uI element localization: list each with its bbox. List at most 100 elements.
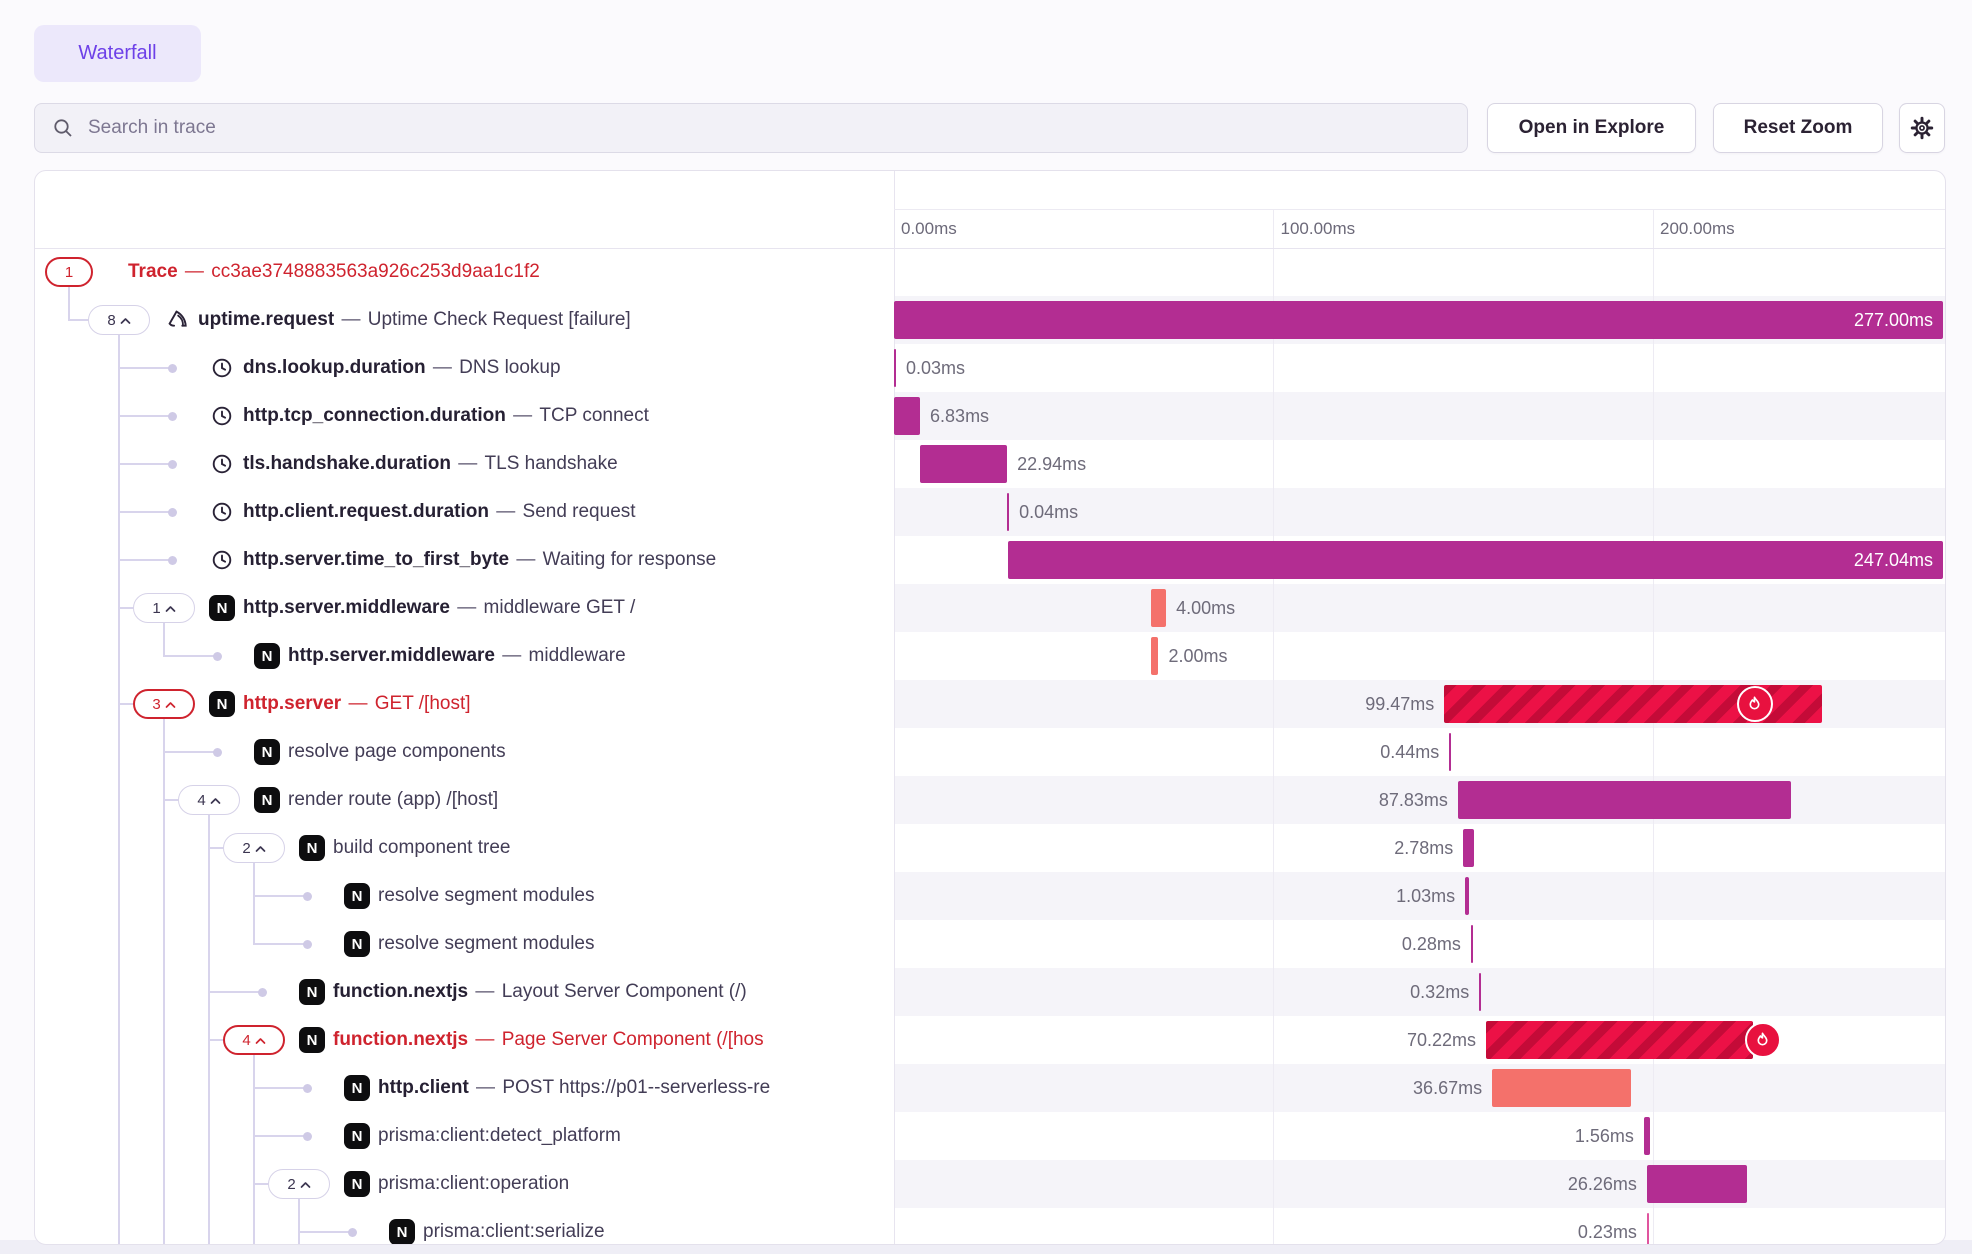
span-row-resolve-segment-modules-1[interactable]: Nresolve segment modules: [35, 872, 894, 920]
gear-icon: [1909, 115, 1935, 141]
span-duration-label: 0.23ms: [1578, 1208, 1637, 1244]
search-input[interactable]: [86, 116, 1467, 140]
row-stripe: [895, 1160, 1945, 1208]
span-bar-time-to-first-byte[interactable]: 247.04ms: [1008, 541, 1943, 579]
nextjs-icon: N: [344, 1171, 370, 1197]
span-duration-label: 2.00ms: [1169, 632, 1228, 680]
nextjs-icon: N: [344, 1123, 370, 1149]
expand-pill-build-component-tree[interactable]: 2: [223, 833, 285, 863]
span-bar-uptime-request[interactable]: 277.00ms: [894, 301, 1943, 339]
span-label: http.server.middleware — middleware GET …: [243, 584, 635, 632]
span-bar-middleware[interactable]: [1151, 637, 1159, 675]
axis-tick: 200.00ms: [1660, 216, 1735, 242]
fire-icon: [1745, 1022, 1781, 1058]
axis-line: [894, 209, 1945, 210]
span-label: tls.handshake.duration — TLS handshake: [243, 440, 618, 488]
chevron-up-icon: [165, 701, 176, 709]
span-bar-tls-handshake[interactable]: [920, 445, 1007, 483]
sentry-icon: [164, 307, 190, 333]
span-bar-resolve-segment-modules-1[interactable]: [1465, 877, 1469, 915]
span-label: http.server.time_to_first_byte — Waiting…: [243, 536, 716, 584]
span-duration-label: 87.83ms: [1379, 776, 1448, 824]
span-bar-prisma-serialize[interactable]: [1647, 1213, 1649, 1244]
span-bar-http-client-post[interactable]: [1492, 1069, 1631, 1107]
expand-pill-render-route[interactable]: 4: [178, 785, 240, 815]
span-label: prisma:client:operation: [378, 1160, 569, 1208]
span-row-dns-lookup[interactable]: dns.lookup.duration — DNS lookup: [35, 344, 894, 392]
span-row-time-to-first-byte[interactable]: http.server.time_to_first_byte — Waiting…: [35, 536, 894, 584]
span-bar-middleware-get[interactable]: [1151, 589, 1166, 627]
span-row-middleware-get[interactable]: 1Nhttp.server.middleware — middleware GE…: [35, 584, 894, 632]
expand-pill-prisma-operation[interactable]: 2: [268, 1169, 330, 1199]
tab-waterfall[interactable]: Waterfall: [34, 25, 201, 82]
span-row-send-request[interactable]: http.client.request.duration — Send requ…: [35, 488, 894, 536]
span-row-http-server-get-host[interactable]: 3Nhttp.server — GET /[host]: [35, 680, 894, 728]
expand-pill-uptime-request[interactable]: 8: [88, 305, 150, 335]
expand-pill-http-server-get-host[interactable]: 3: [133, 689, 195, 719]
chevron-up-icon: [300, 1181, 311, 1189]
span-row-render-route[interactable]: 4Nrender route (app) /[host]: [35, 776, 894, 824]
span-row-uptime-request[interactable]: 8 uptime.request — Uptime Check Request […: [35, 296, 894, 344]
span-bar-build-component-tree[interactable]: [1463, 829, 1474, 867]
nextjs-icon: N: [254, 787, 280, 813]
span-label: Trace — cc3ae3748883563a926c253d9aa1c1f2: [128, 248, 540, 296]
span-duration-label: 0.04ms: [1019, 488, 1078, 536]
span-label: resolve page components: [288, 728, 506, 776]
span-bar-resolve-page-components[interactable]: [1449, 733, 1451, 771]
span-row-tls-handshake[interactable]: tls.handshake.duration — TLS handshake: [35, 440, 894, 488]
span-bar-layout-server-component[interactable]: [1479, 973, 1481, 1011]
span-row-page-server-component[interactable]: 4Nfunction.nextjs — Page Server Componen…: [35, 1016, 894, 1064]
span-label: function.nextjs — Layout Server Componen…: [333, 968, 747, 1016]
span-row-resolve-segment-modules-2[interactable]: Nresolve segment modules: [35, 920, 894, 968]
span-bar-prisma-detect-platform[interactable]: [1644, 1117, 1650, 1155]
clock-icon: [209, 547, 235, 573]
open-in-explore-button[interactable]: Open in Explore: [1487, 103, 1696, 153]
span-bar-render-route[interactable]: [1458, 781, 1791, 819]
span-row-layout-server-component[interactable]: Nfunction.nextjs — Layout Server Compone…: [35, 968, 894, 1016]
search-input-wrap[interactable]: [34, 103, 1468, 153]
span-row-resolve-page-components[interactable]: Nresolve page components: [35, 728, 894, 776]
span-bar-dns-lookup[interactable]: [894, 349, 896, 387]
span-duration-label: 4.00ms: [1176, 584, 1235, 632]
span-duration-label: 1.56ms: [1575, 1112, 1634, 1160]
span-bar-page-server-component[interactable]: [1486, 1021, 1752, 1059]
span-duration-label: 1.03ms: [1396, 872, 1455, 920]
span-duration-label: 6.83ms: [930, 392, 989, 440]
span-row-trace-root[interactable]: 1 Trace — cc3ae3748883563a926c253d9aa1c1f…: [35, 248, 894, 296]
span-row-prisma-detect-platform[interactable]: Nprisma:client:detect_platform: [35, 1112, 894, 1160]
span-duration-label: 0.03ms: [906, 344, 965, 392]
chevron-up-icon: [255, 1037, 266, 1045]
settings-button[interactable]: [1899, 103, 1945, 153]
nextjs-icon: N: [344, 883, 370, 909]
span-label: render route (app) /[host]: [288, 776, 498, 824]
chevron-up-icon: [255, 845, 266, 853]
nextjs-icon: N: [209, 595, 235, 621]
span-duration: 277.00ms: [1854, 301, 1933, 339]
expand-pill-trace-root[interactable]: 1: [45, 257, 93, 287]
expand-pill-page-server-component[interactable]: 4: [223, 1025, 285, 1055]
span-label: http.client — POST https://p01--serverle…: [378, 1064, 770, 1112]
span-bar-send-request[interactable]: [1007, 493, 1009, 531]
span-label: uptime.request — Uptime Check Request [f…: [198, 296, 631, 344]
span-row-build-component-tree[interactable]: 2Nbuild component tree: [35, 824, 894, 872]
axis-tick: 0.00ms: [901, 216, 957, 242]
span-bar-prisma-operation[interactable]: [1647, 1165, 1747, 1203]
span-row-http-client-post[interactable]: Nhttp.client — POST https://p01--serverl…: [35, 1064, 894, 1112]
span-label: function.nextjs — Page Server Component …: [333, 1016, 764, 1064]
span-bar-tcp-connect[interactable]: [894, 397, 920, 435]
span-row-prisma-operation[interactable]: 2Nprisma:client:operation: [35, 1160, 894, 1208]
span-bar-http-server-get-host[interactable]: [1444, 685, 1821, 723]
span-row-tcp-connect[interactable]: http.tcp_connection.duration — TCP conne…: [35, 392, 894, 440]
search-icon: [52, 117, 74, 139]
span-row-prisma-serialize[interactable]: Nprisma:client:serialize: [35, 1208, 894, 1244]
span-row-middleware[interactable]: Nhttp.server.middleware — middleware: [35, 632, 894, 680]
span-duration-label: 36.67ms: [1413, 1064, 1482, 1112]
expand-pill-middleware-get[interactable]: 1: [133, 593, 195, 623]
span-duration-label: 0.44ms: [1380, 728, 1439, 776]
span-bar-resolve-segment-modules-2[interactable]: [1471, 925, 1473, 963]
clock-icon: [209, 499, 235, 525]
nextjs-icon: N: [299, 1027, 325, 1053]
nextjs-icon: N: [299, 979, 325, 1005]
reset-zoom-button[interactable]: Reset Zoom: [1713, 103, 1883, 153]
nextjs-icon: N: [389, 1219, 415, 1244]
